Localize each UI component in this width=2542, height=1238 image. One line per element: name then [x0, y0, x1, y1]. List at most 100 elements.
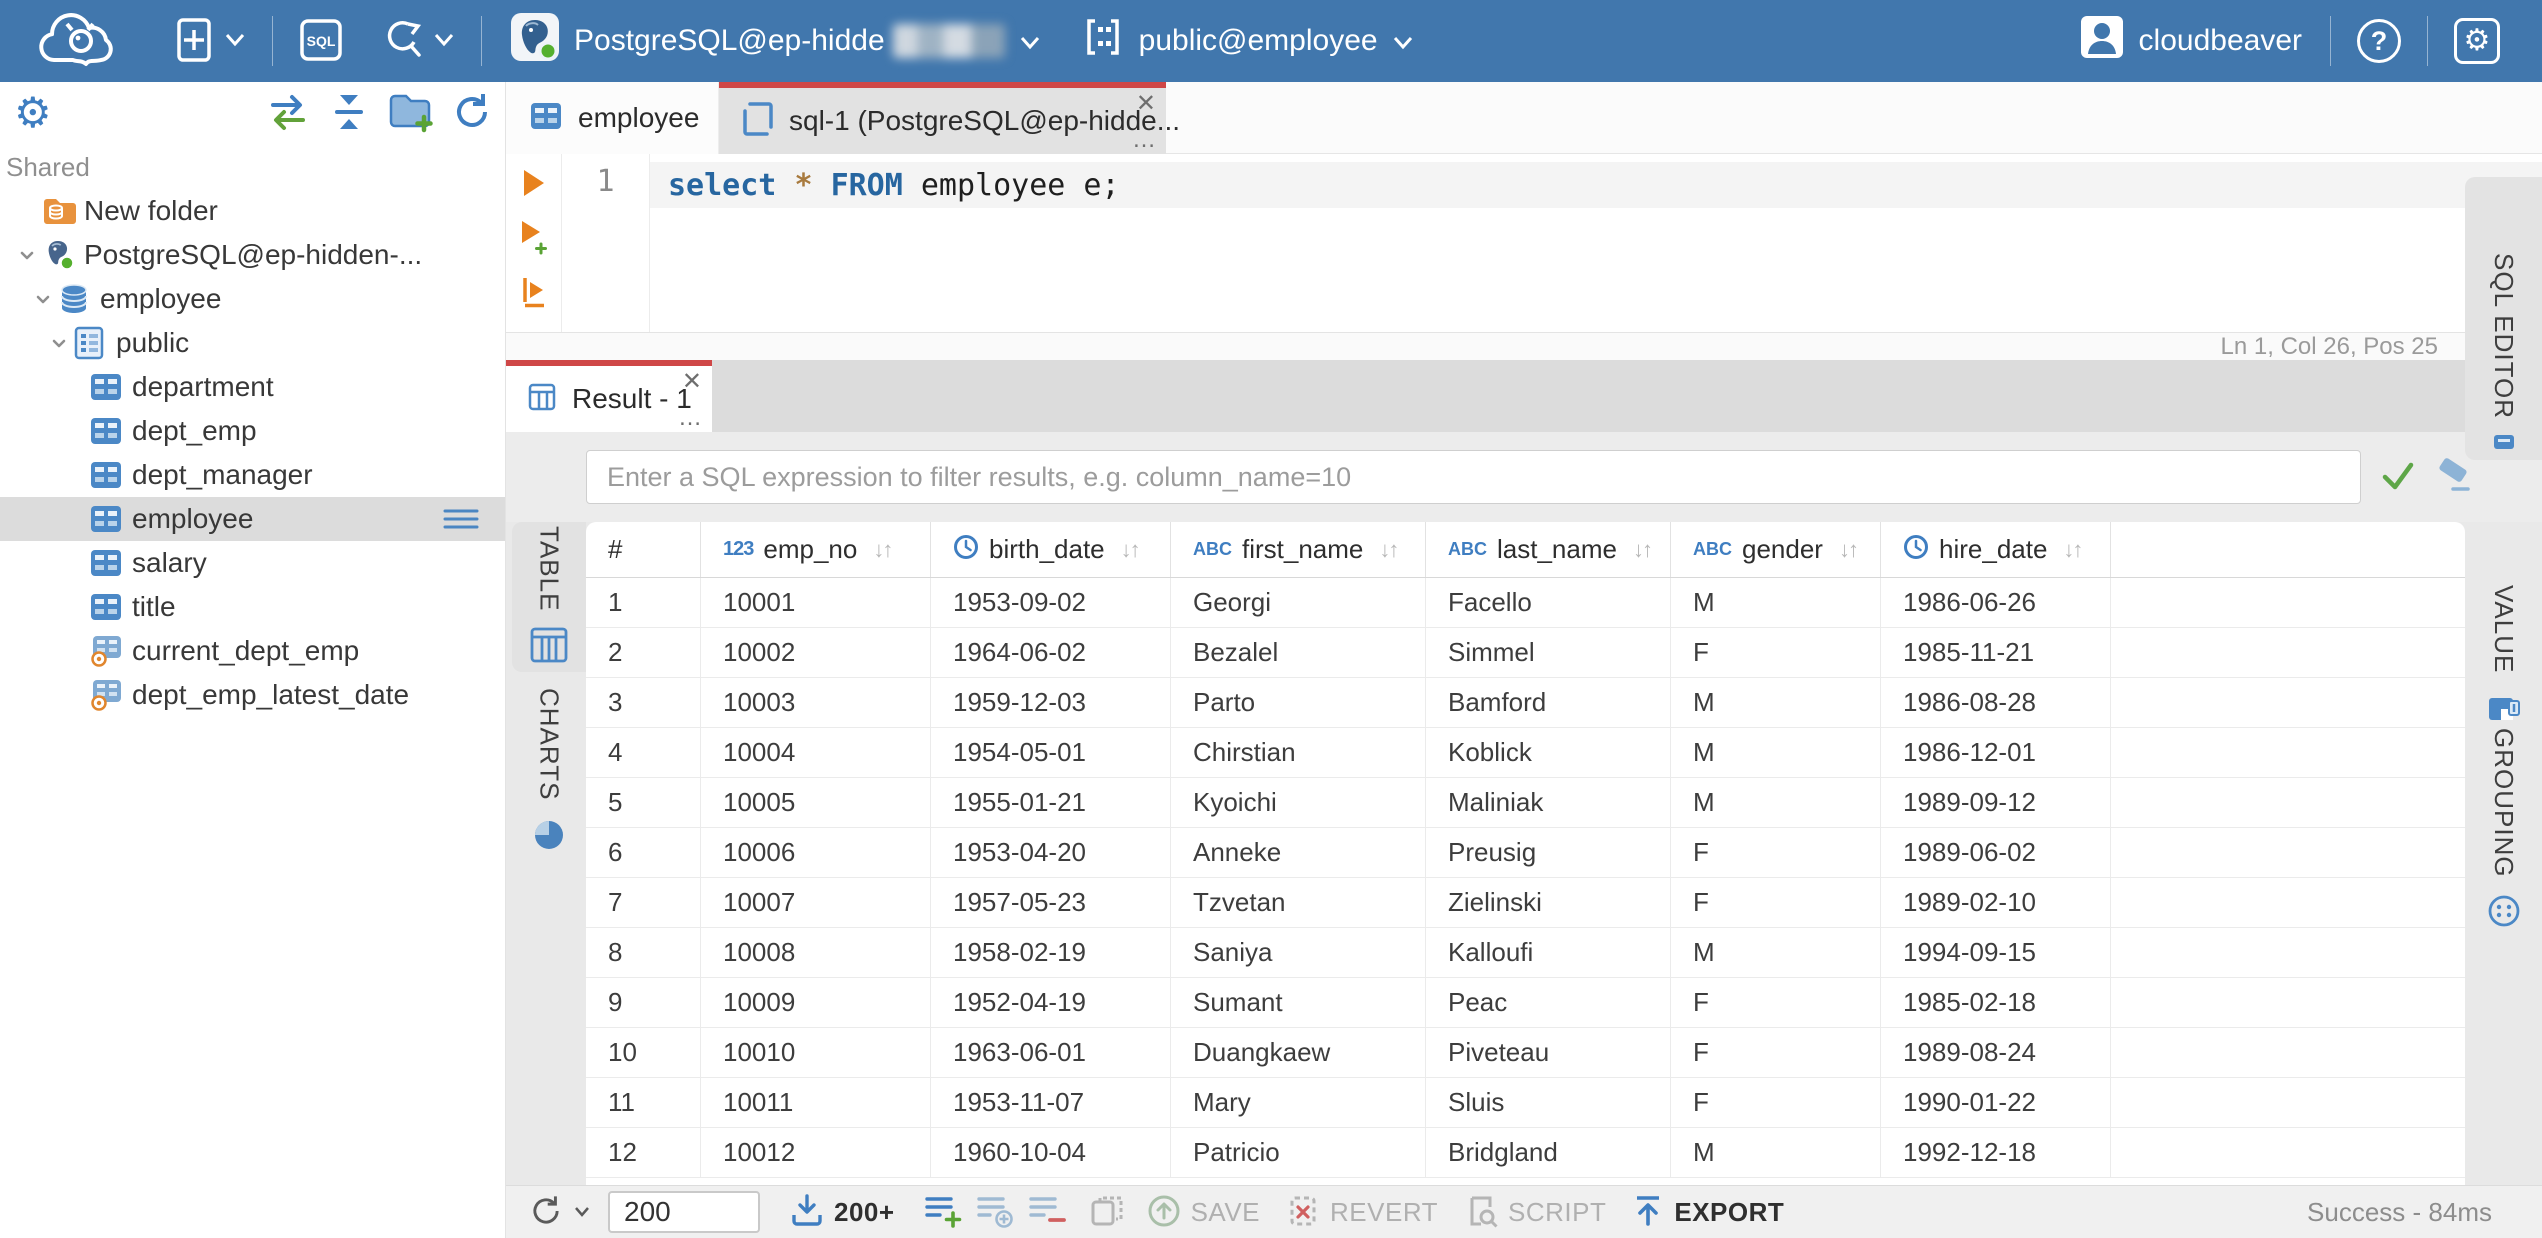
refresh-results-button[interactable]	[528, 1193, 590, 1232]
cell-hire_date[interactable]: 1989-02-10	[1881, 878, 2111, 927]
column-header-emp_no[interactable]: 123 emp_no ↓↑	[701, 522, 931, 577]
column-header-first_name[interactable]: ABC first_name ↓↑	[1171, 522, 1426, 577]
cell-birth_date[interactable]: 1963-06-01	[931, 1028, 1171, 1077]
row-number-cell[interactable]: 11	[586, 1078, 701, 1127]
cell-last_name[interactable]: Zielinski	[1426, 878, 1671, 927]
copy-selection-button[interactable]	[1089, 1194, 1125, 1231]
cell-gender[interactable]: F	[1671, 878, 1881, 927]
cell-emp_no[interactable]: 10007	[701, 878, 931, 927]
cell-birth_date[interactable]: 1957-05-23	[931, 878, 1171, 927]
connection-selector[interactable]: PostgreSQL@ep-hidde	[490, 0, 1061, 82]
cell-first_name[interactable]: Mary	[1171, 1078, 1426, 1127]
column-header-gender[interactable]: ABC gender ↓↑	[1671, 522, 1881, 577]
script-button[interactable]: SCRIPT	[1464, 1194, 1606, 1231]
cell-first_name[interactable]: Parto	[1171, 678, 1426, 727]
row-number-cell[interactable]: 6	[586, 828, 701, 877]
cell-hire_date[interactable]: 1989-06-02	[1881, 828, 2111, 877]
execute-script-button[interactable]	[520, 276, 548, 311]
cell-first_name[interactable]: Anneke	[1171, 828, 1426, 877]
row-number-cell[interactable]: 9	[586, 978, 701, 1027]
cell-hire_date[interactable]: 1986-08-28	[1881, 678, 2111, 727]
tree-item-current-dept-emp[interactable]: current_dept_emp	[0, 629, 505, 673]
cell-birth_date[interactable]: 1960-10-04	[931, 1128, 1171, 1177]
cell-hire_date[interactable]: 1985-11-21	[1881, 628, 2111, 677]
tab-charts-view[interactable]: CHARTS	[512, 688, 586, 856]
settings-button[interactable]: ⚙	[2436, 0, 2518, 82]
code-area[interactable]: select * FROM employee e;	[650, 154, 2542, 332]
tree-item-employee[interactable]: employee	[0, 497, 505, 541]
duplicate-row-button[interactable]	[975, 1193, 1015, 1232]
cell-first_name[interactable]: Duangkaew	[1171, 1028, 1426, 1077]
collapse-all-button[interactable]	[327, 91, 371, 136]
tab-grouping-panel[interactable]: GROUPING	[2465, 728, 2542, 927]
add-row-button[interactable]	[923, 1193, 963, 1232]
fetch-size-input[interactable]	[608, 1191, 760, 1233]
tree-item-dept-emp-latest-date[interactable]: dept_emp_latest_date	[0, 673, 505, 717]
cell-gender[interactable]: M	[1671, 678, 1881, 727]
row-number-cell[interactable]: 8	[586, 928, 701, 977]
tree-item-employee[interactable]: employee	[0, 277, 505, 321]
cell-last_name[interactable]: Preusig	[1426, 828, 1671, 877]
cell-last_name[interactable]: Facello	[1426, 578, 1671, 627]
row-number-cell[interactable]: 4	[586, 728, 701, 777]
driver-manager-button[interactable]	[361, 0, 473, 82]
cell-emp_no[interactable]: 10004	[701, 728, 931, 777]
filter-input[interactable]	[586, 450, 2361, 504]
cell-first_name[interactable]: Sumant	[1171, 978, 1426, 1027]
navigator-settings-icon[interactable]: ⚙	[14, 92, 52, 134]
cell-last_name[interactable]: Bridgland	[1426, 1128, 1671, 1177]
cell-last_name[interactable]: Sluis	[1426, 1078, 1671, 1127]
cell-birth_date[interactable]: 1955-01-21	[931, 778, 1171, 827]
tab-sql-1[interactable]: sql-1 (PostgreSQL@ep-hidde... ✕ …	[719, 82, 1180, 154]
cell-last_name[interactable]: Peac	[1426, 978, 1671, 1027]
cell-hire_date[interactable]: 1986-06-26	[1881, 578, 2111, 627]
save-button[interactable]: SAVE	[1147, 1194, 1260, 1231]
tree-item-postgresql-ep-hidden[interactable]: PostgreSQL@ep-hidden-...	[0, 233, 505, 277]
cell-hire_date[interactable]: 1985-02-18	[1881, 978, 2111, 1027]
execute-query-button[interactable]	[521, 168, 547, 201]
row-number-cell[interactable]: 7	[586, 878, 701, 927]
cell-birth_date[interactable]: 1959-12-03	[931, 678, 1171, 727]
cell-emp_no[interactable]: 10009	[701, 978, 931, 1027]
close-icon[interactable]: ✕	[682, 370, 702, 394]
column-header-last_name[interactable]: ABC last_name ↓↑	[1426, 522, 1671, 577]
cell-last_name[interactable]: Koblick	[1426, 728, 1671, 777]
cell-first_name[interactable]: Bezalel	[1171, 628, 1426, 677]
cell-first_name[interactable]: Patricio	[1171, 1128, 1426, 1177]
cell-birth_date[interactable]: 1953-09-02	[931, 578, 1171, 627]
column-header-hire_date[interactable]: hire_date ↓↑	[1881, 522, 2111, 577]
cell-hire_date[interactable]: 1989-09-12	[1881, 778, 2111, 827]
more-icon[interactable]: …	[678, 406, 702, 430]
cell-first_name[interactable]: Chirstian	[1171, 728, 1426, 777]
new-folder-button[interactable]	[387, 91, 435, 136]
cell-gender[interactable]: M	[1671, 778, 1881, 827]
tree-item-salary[interactable]: salary	[0, 541, 505, 585]
cell-birth_date[interactable]: 1953-04-20	[931, 828, 1171, 877]
tree-item-department[interactable]: department	[0, 365, 505, 409]
cell-hire_date[interactable]: 1990-01-22	[1881, 1078, 2111, 1127]
cell-gender[interactable]: M	[1671, 928, 1881, 977]
cell-hire_date[interactable]: 1994-09-15	[1881, 928, 2111, 977]
row-number-header[interactable]: #	[586, 522, 701, 577]
cell-birth_date[interactable]: 1964-06-02	[931, 628, 1171, 677]
sort-icon[interactable]: ↓↑	[1633, 537, 1653, 563]
tab-sql-editor-panel[interactable]: SQL EDITOR	[2465, 177, 2542, 460]
cell-gender[interactable]: F	[1671, 828, 1881, 877]
refresh-tree-button[interactable]	[451, 91, 493, 136]
sort-icon[interactable]: ↓↑	[2063, 537, 2083, 563]
cell-birth_date[interactable]: 1954-05-01	[931, 728, 1171, 777]
chevron-down-icon[interactable]	[28, 287, 58, 311]
cell-birth_date[interactable]: 1953-11-07	[931, 1078, 1171, 1127]
sort-icon[interactable]: ↓↑	[1379, 537, 1399, 563]
cell-hire_date[interactable]: 1992-12-18	[1881, 1128, 2111, 1177]
export-button[interactable]: EXPORT	[1632, 1194, 1784, 1231]
cell-gender[interactable]: F	[1671, 1078, 1881, 1127]
more-icon[interactable]: …	[1132, 128, 1156, 152]
row-number-cell[interactable]: 1	[586, 578, 701, 627]
schema-selector[interactable]: public@employee	[1061, 0, 1434, 82]
row-number-cell[interactable]: 2	[586, 628, 701, 677]
revert-button[interactable]: REVERT	[1286, 1194, 1438, 1231]
cell-first_name[interactable]: Saniya	[1171, 928, 1426, 977]
sort-icon[interactable]: ↓↑	[1839, 537, 1859, 563]
tree-item-dept-manager[interactable]: dept_manager	[0, 453, 505, 497]
